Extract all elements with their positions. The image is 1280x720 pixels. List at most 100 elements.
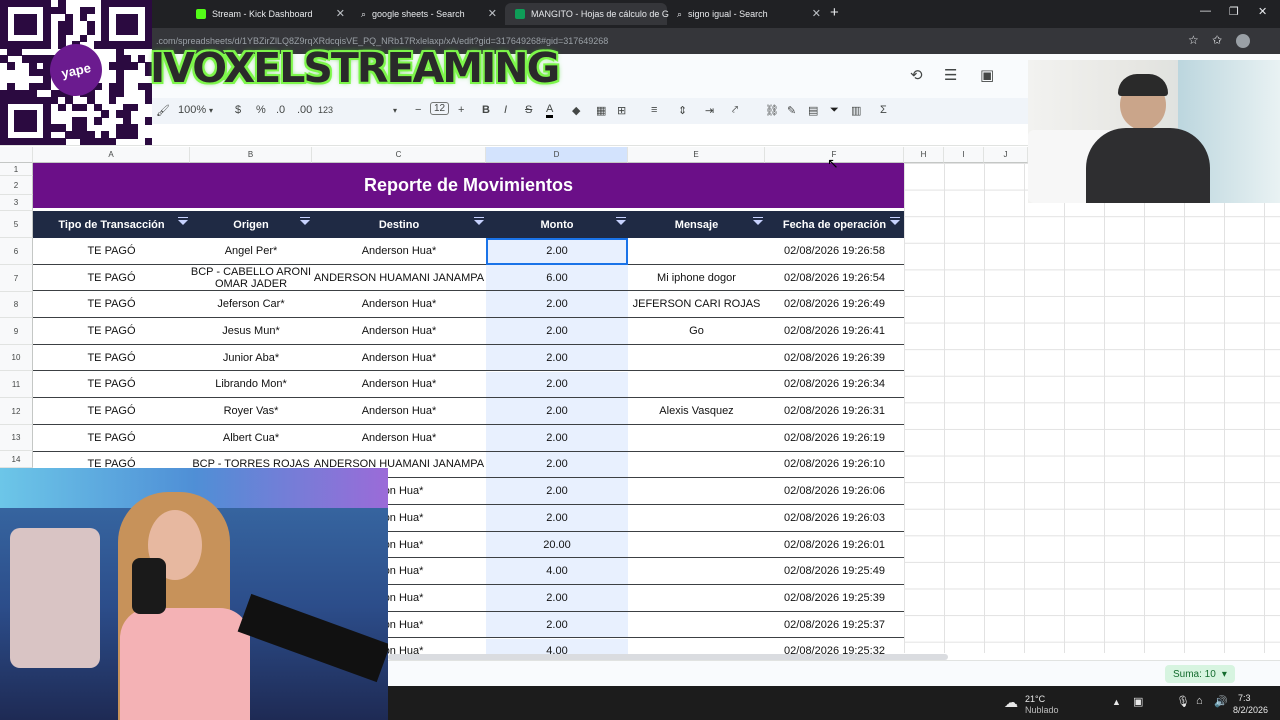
column-header-i[interactable]: I bbox=[944, 147, 984, 163]
cell-monto[interactable]: 2.00 bbox=[486, 398, 628, 424]
cell-tipo[interactable]: TE PAGÓ bbox=[33, 425, 190, 451]
merge-cells-icon[interactable]: ⊞ bbox=[617, 104, 626, 117]
cell-monto[interactable]: 2.00 bbox=[486, 318, 628, 344]
cell-destino[interactable]: Anderson Hua* bbox=[312, 425, 486, 451]
zoom-select[interactable]: 100% bbox=[178, 104, 206, 116]
increase-decimal-button[interactable]: .00 bbox=[297, 104, 312, 116]
cell-monto[interactable]: 2.00 bbox=[486, 585, 628, 611]
cell-monto[interactable]: 6.00 bbox=[486, 264, 628, 291]
close-icon[interactable]: ✕ bbox=[812, 7, 821, 20]
cell-origen[interactable]: Angel Per* bbox=[190, 238, 312, 264]
tab-kick-dashboard[interactable]: Stream - Kick Dashboard ✕ bbox=[186, 3, 351, 25]
text-color-button[interactable]: A bbox=[546, 104, 554, 118]
cell-mensaje[interactable] bbox=[628, 478, 765, 504]
cell-mensaje[interactable]: Go bbox=[628, 318, 765, 344]
filter-icon[interactable] bbox=[890, 217, 900, 225]
header-monto[interactable]: Monto bbox=[486, 211, 628, 238]
meet-icon[interactable]: ▣ bbox=[980, 66, 994, 84]
percent-button[interactable]: % bbox=[256, 104, 266, 116]
font-size-increase-button[interactable]: + bbox=[458, 104, 464, 116]
cell-fecha[interactable]: 02/08/2026 19:26:03 bbox=[765, 505, 904, 531]
cell-mensaje[interactable] bbox=[628, 238, 765, 264]
cell-mensaje[interactable] bbox=[628, 372, 765, 398]
clock-date[interactable]: 8/2/2026 bbox=[1233, 705, 1268, 715]
currency-button[interactable]: $ bbox=[235, 104, 241, 116]
fill-color-icon[interactable]: ◆ bbox=[572, 104, 580, 117]
cell-mensaje[interactable]: Mi iphone dogor bbox=[628, 265, 765, 291]
cell-destino[interactable]: ANDERSON HUAMANI JANAMPA bbox=[312, 265, 486, 291]
cell-mensaje[interactable] bbox=[628, 452, 765, 478]
cell-tipo[interactable]: TE PAGÓ bbox=[33, 265, 190, 291]
cell-monto[interactable]: 4.00 bbox=[486, 558, 628, 585]
row-header[interactable]: 11 bbox=[0, 371, 33, 398]
column-header-d[interactable]: D bbox=[486, 147, 628, 163]
chevron-up-icon[interactable]: ▲ bbox=[1112, 697, 1121, 707]
tab-google-sheets-search[interactable]: ⌕ google sheets - Search ✕ bbox=[351, 3, 503, 25]
column-header-h[interactable]: H bbox=[904, 147, 944, 163]
row-header[interactable]: 14 bbox=[0, 451, 33, 468]
cell-fecha[interactable]: 02/08/2026 19:26:39 bbox=[765, 345, 904, 371]
filter-icon[interactable]: ⏷ bbox=[830, 104, 839, 117]
row-header[interactable]: 6 bbox=[0, 238, 33, 265]
cell-destino[interactable]: Anderson Hua* bbox=[312, 291, 486, 317]
row-header[interactable]: 10 bbox=[0, 345, 33, 371]
header-tipo[interactable]: Tipo de Transacción bbox=[33, 211, 190, 238]
column-header-j[interactable]: J bbox=[984, 147, 1028, 163]
sum-indicator[interactable]: Suma: 10 ▾ bbox=[1165, 665, 1235, 683]
link-icon[interactable]: ⛓ bbox=[765, 104, 779, 117]
text-wrap-icon[interactable]: ⇥ bbox=[705, 104, 714, 117]
new-tab-icon[interactable]: + bbox=[830, 4, 839, 21]
number-format-button[interactable]: 123 bbox=[318, 105, 333, 115]
tab-signo-igual-search[interactable]: ⌕ signo igual - Search ✕ bbox=[667, 3, 827, 25]
align-horizontal-icon[interactable]: ≡ bbox=[651, 104, 657, 116]
cell-fecha[interactable]: 02/08/2026 19:25:49 bbox=[765, 558, 904, 584]
microphone-icon[interactable]: 🎙 bbox=[1176, 695, 1190, 708]
cell-tipo[interactable]: TE PAGÓ bbox=[33, 398, 190, 424]
tray-app-icon[interactable]: ▣ bbox=[1133, 695, 1143, 708]
functions-button[interactable]: Σ bbox=[880, 104, 887, 116]
filter-icon[interactable] bbox=[616, 217, 626, 225]
cell-fecha[interactable]: 02/08/2026 19:26:10 bbox=[765, 452, 904, 478]
cell-origen[interactable]: Jesus Mun* bbox=[190, 318, 312, 344]
column-header-a[interactable]: A bbox=[33, 147, 190, 163]
row-header[interactable]: 5 bbox=[0, 211, 33, 238]
cell-mensaje[interactable]: Alexis Vasquez bbox=[628, 398, 765, 424]
volume-icon[interactable]: 🔊 bbox=[1214, 695, 1228, 708]
bold-button[interactable]: B bbox=[482, 104, 490, 116]
cell-monto[interactable]: 2.00 bbox=[486, 505, 628, 531]
column-header-c[interactable]: C bbox=[312, 147, 486, 163]
cell-mensaje[interactable] bbox=[628, 532, 765, 558]
text-rotation-icon[interactable]: ⤤ bbox=[732, 104, 738, 117]
filter-icon[interactable] bbox=[753, 217, 763, 225]
filter-icon[interactable] bbox=[178, 217, 188, 225]
bookmark-star-icon[interactable]: ☆ bbox=[1188, 33, 1199, 47]
row-header[interactable]: 2 bbox=[0, 176, 33, 195]
header-mensaje[interactable]: Mensaje bbox=[628, 211, 765, 238]
cell-fecha[interactable]: 02/08/2026 19:26:58 bbox=[765, 238, 904, 264]
cell-fecha[interactable]: 02/08/2026 19:26:06 bbox=[765, 478, 904, 504]
row-header[interactable]: 9 bbox=[0, 318, 33, 345]
close-icon[interactable]: ✕ bbox=[336, 7, 345, 20]
cell-origen[interactable]: BCP - CABELLO ARONI OMAR JADER bbox=[190, 265, 312, 291]
cell-origen[interactable]: Librando Mon* bbox=[190, 372, 312, 398]
cell-mensaje[interactable] bbox=[628, 558, 765, 584]
cell-monto[interactable]: 2.00 bbox=[486, 291, 628, 318]
cell-destino[interactable]: Anderson Hua* bbox=[312, 318, 486, 344]
filter-icon[interactable] bbox=[474, 217, 484, 225]
select-all-corner[interactable] bbox=[0, 147, 33, 163]
cell-destino[interactable]: Anderson Hua* bbox=[312, 398, 486, 424]
restore-icon[interactable]: ❐ bbox=[1229, 5, 1239, 18]
row-header[interactable]: 7 bbox=[0, 265, 33, 292]
row-header[interactable]: 3 bbox=[0, 195, 33, 211]
italic-button[interactable]: I bbox=[504, 104, 507, 116]
column-header-e[interactable]: E bbox=[628, 147, 765, 163]
favorites-icon[interactable]: ✩ bbox=[1212, 33, 1222, 47]
row-header[interactable]: 12 bbox=[0, 398, 33, 425]
close-window-icon[interactable]: ✕ bbox=[1258, 5, 1267, 18]
empty-grid[interactable] bbox=[904, 163, 1280, 653]
cell-mensaje[interactable] bbox=[628, 505, 765, 531]
cell-destino[interactable]: Anderson Hua* bbox=[312, 345, 486, 371]
cell-origen[interactable]: Jeferson Car* bbox=[190, 291, 312, 317]
row-header[interactable]: 8 bbox=[0, 292, 33, 318]
cell-fecha[interactable]: 02/08/2026 19:26:41 bbox=[765, 318, 904, 344]
